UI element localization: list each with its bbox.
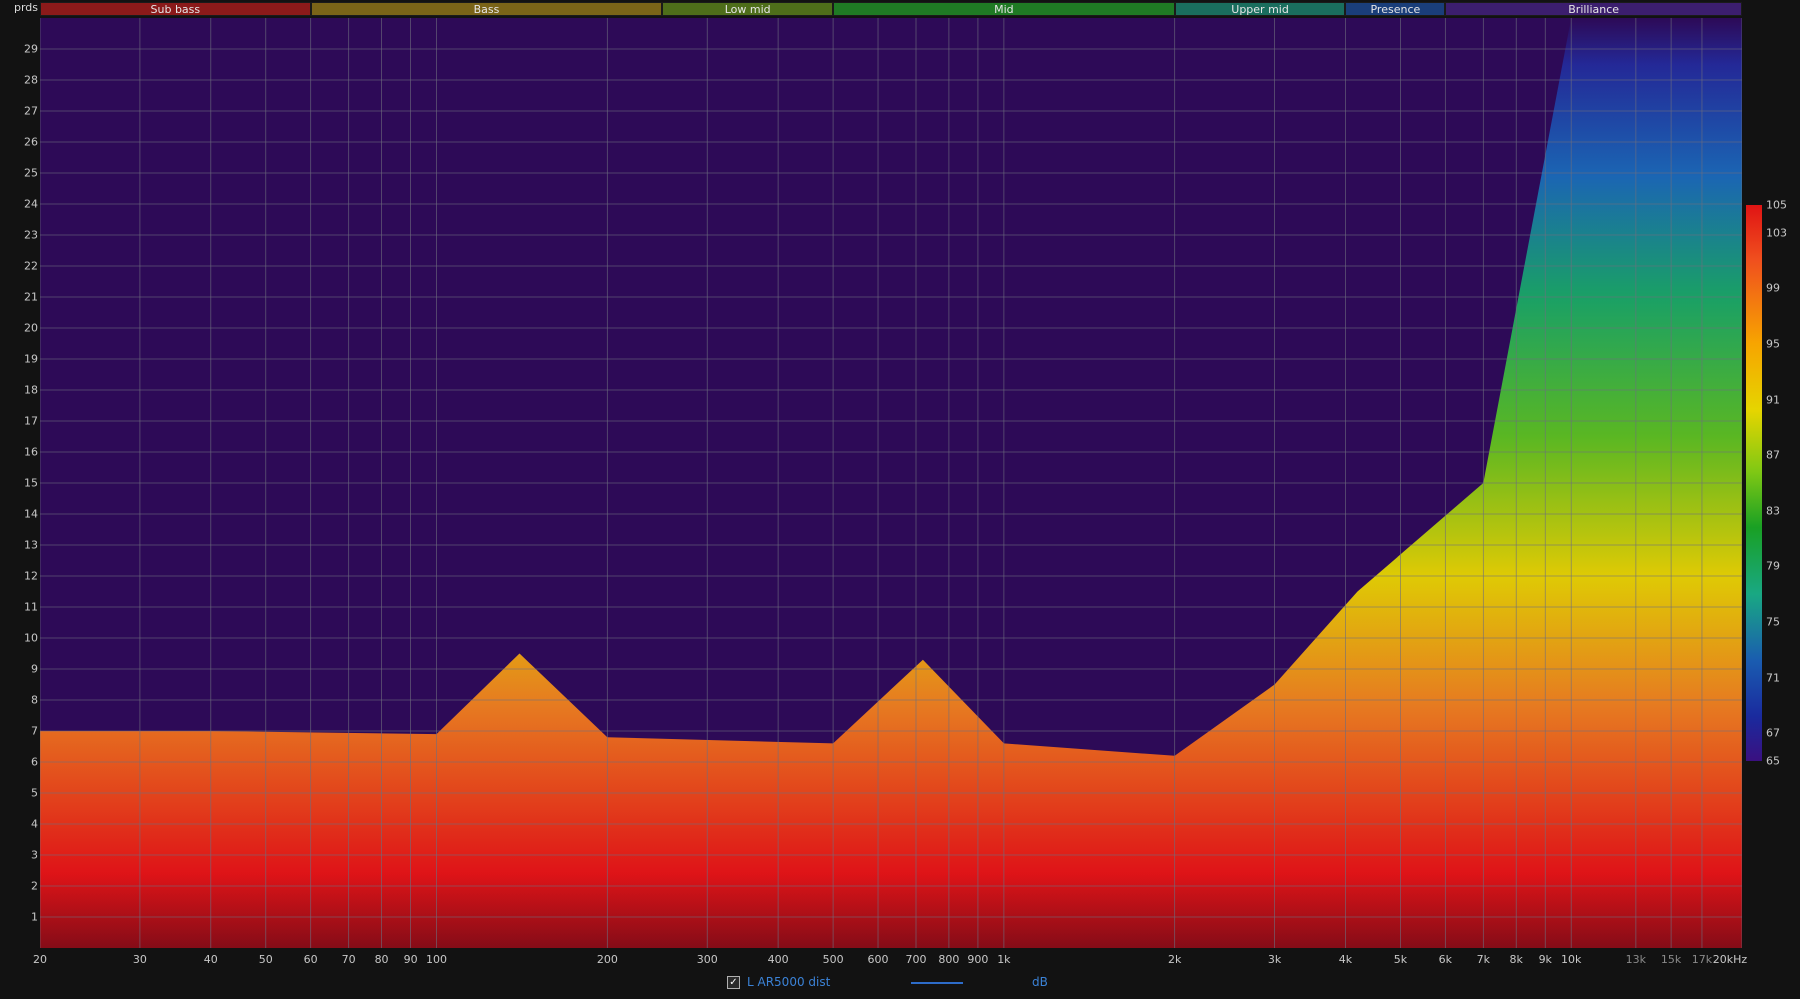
band-bass: Bass	[310, 2, 663, 16]
x-tick-label: 10k	[1561, 953, 1582, 966]
series-line-swatch	[911, 982, 963, 984]
x-tick-label: 3k	[1267, 953, 1282, 966]
y-tick-label: 16	[24, 445, 38, 459]
colorbar-tick-label: 87	[1766, 448, 1780, 462]
colorbar-tick-label: 95	[1766, 337, 1780, 351]
x-tick-label: 600	[867, 953, 889, 966]
band-sub-bass: Sub bass	[40, 2, 311, 16]
x-tick-label: 300	[696, 953, 718, 966]
x-tick-label: 1k	[997, 953, 1011, 966]
colorbar-tick-label: 103	[1766, 226, 1787, 240]
x-tick-label: 70	[341, 953, 356, 966]
x-tick-label: 40	[203, 953, 218, 966]
x-tick-label: 400	[767, 953, 789, 966]
y-tick-label: 3	[31, 848, 38, 862]
y-tick-label: 18	[24, 383, 38, 397]
y-tick-label: 1	[31, 910, 38, 924]
colorbar-tick-label: 105	[1766, 198, 1787, 212]
x-tick-label: 15k	[1660, 953, 1682, 966]
y-tick-label: 8	[31, 693, 38, 707]
y-tick-label: 24	[24, 197, 38, 211]
x-tick-label: 90	[403, 953, 418, 966]
y-tick-label: 27	[24, 104, 38, 118]
x-tick-label: 80	[374, 953, 389, 966]
legend: ✓ L AR5000 dist dB	[725, 974, 1065, 992]
colorbar-tick-label: 91	[1766, 393, 1780, 407]
x-tick-label: 60	[303, 953, 318, 966]
colorbar	[1746, 205, 1762, 761]
y-tick-label: 9	[31, 662, 38, 676]
x-tick-label: 2k	[1167, 953, 1182, 966]
x-tick-label: 500	[822, 953, 844, 966]
x-tick-label: 9k	[1538, 953, 1552, 966]
y-tick-label: 12	[24, 569, 38, 583]
y-tick-label: 11	[24, 600, 38, 614]
band-mid: Mid	[833, 2, 1175, 16]
y-tick-label: 26	[24, 135, 38, 149]
frequency-band-bar: Sub bass Bass Low mid Mid Upper mid Presence B…	[40, 2, 1742, 16]
x-tick-label: 7k	[1476, 953, 1491, 966]
x-tick-label: 5k	[1393, 953, 1408, 966]
colorbar-tick-label: 83	[1766, 504, 1780, 518]
colorbar-tick-label: 75	[1766, 615, 1780, 629]
x-tick-label: 13k	[1625, 953, 1647, 966]
y-tick-label: 23	[24, 228, 38, 242]
band-presence: Presence	[1345, 2, 1446, 16]
y-tick-label: 28	[24, 73, 38, 87]
x-tick-label: 30	[132, 953, 147, 966]
y-tick-label: 6	[31, 755, 38, 769]
y-tick-label: 29	[24, 42, 38, 56]
series-unit: dB	[1032, 975, 1048, 989]
x-tick-label: 20	[33, 953, 47, 966]
y-axis: 1 2 3 4 5 6 7 8 9 10 11 12 13 14 15 16 17 18 19 20 21 22 23 24 2…	[0, 18, 38, 948]
y-tick-label: 5	[31, 786, 38, 800]
spectrogram-svg	[40, 18, 1742, 948]
y-tick-label: 13	[24, 538, 38, 552]
y-tick-label: 20	[24, 321, 38, 335]
colorbar-tick-label: 65	[1766, 754, 1780, 768]
y-axis-unit-label: prds	[13, 1, 38, 14]
x-tick-label: 900	[967, 953, 989, 966]
x-tick-label: 50	[258, 953, 273, 966]
x-tick-label: 4k	[1338, 953, 1353, 966]
colorbar-tick-label: 79	[1766, 559, 1780, 573]
y-tick-label: 22	[24, 259, 38, 273]
y-tick-label: 10	[24, 631, 38, 645]
y-tick-label: 21	[24, 290, 38, 304]
x-tick-label: 17k	[1691, 953, 1713, 966]
y-tick-label: 4	[31, 817, 38, 831]
colorbar-tick-label: 99	[1766, 281, 1780, 295]
colorbar-tick-label: 71	[1766, 671, 1780, 685]
x-axis: 20 30 40 50 60 70 80 90 100 200 300 400 500 600 700 800…	[33, 950, 1747, 970]
y-tick-label: 14	[24, 507, 38, 521]
y-tick-label: 25	[24, 166, 38, 180]
x-tick-label: 6k	[1438, 953, 1453, 966]
colorbar-labels: 105 103 99 95 91 87 83 79 75 71 67 65	[1766, 199, 1800, 768]
band-low-mid: Low mid	[662, 2, 834, 16]
spectrogram-plot-area[interactable]	[40, 18, 1742, 948]
y-tick-label: 15	[24, 476, 38, 490]
x-tick-label: 100	[426, 953, 448, 966]
x-tick-label: 200	[596, 953, 618, 966]
y-tick-label: 19	[24, 352, 38, 366]
band-brilliance: Brilliance	[1445, 2, 1742, 16]
band-upper-mid: Upper mid	[1174, 2, 1346, 16]
y-tick-label: 2	[31, 879, 38, 893]
series-label[interactable]: L AR5000 dist	[747, 975, 830, 989]
x-tick-label: 700	[905, 953, 927, 966]
series-checkbox[interactable]: ✓	[727, 976, 740, 989]
x-tick-label: 800	[938, 953, 960, 966]
x-tick-label: 8k	[1509, 953, 1523, 966]
y-tick-label: 17	[24, 414, 38, 428]
y-tick-label: 7	[31, 724, 38, 738]
x-tick-label: 20kHz	[1712, 953, 1748, 966]
colorbar-tick-label: 67	[1766, 726, 1780, 740]
